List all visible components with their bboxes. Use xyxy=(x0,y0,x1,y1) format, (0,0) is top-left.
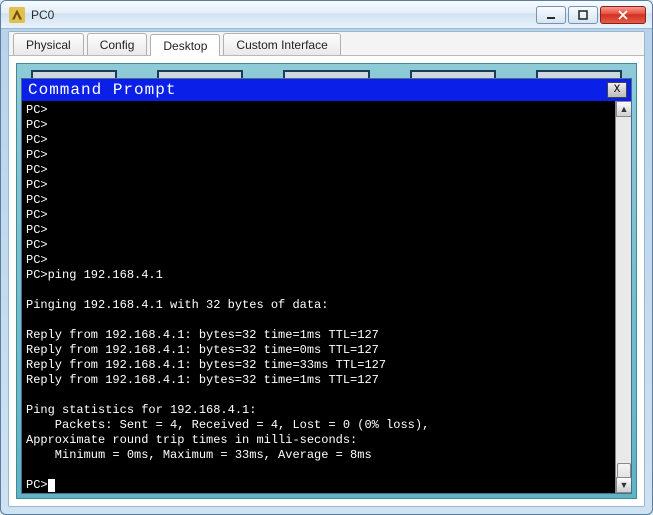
tab-config[interactable]: Config xyxy=(87,33,148,55)
close-icon xyxy=(618,10,628,20)
app-window: PC0 Physical Config Desktop Custom Inter… xyxy=(0,0,653,515)
titlebar[interactable]: PC0 xyxy=(1,1,652,29)
scroll-down-button[interactable]: ▼ xyxy=(616,477,631,493)
app-icon xyxy=(9,7,25,23)
terminal-output[interactable]: PC> PC> PC> PC> PC> PC> PC> PC> PC> PC> … xyxy=(22,101,615,493)
command-prompt-window: Command Prompt X PC> PC> PC> PC> PC> PC>… xyxy=(21,78,632,494)
terminal-body-wrap: PC> PC> PC> PC> PC> PC> PC> PC> PC> PC> … xyxy=(22,101,631,493)
tab-physical[interactable]: Physical xyxy=(13,33,84,55)
maximize-button[interactable] xyxy=(568,6,598,24)
workspace: Command Prompt X PC> PC> PC> PC> PC> PC>… xyxy=(9,56,644,506)
terminal-titlebar[interactable]: Command Prompt X xyxy=(22,79,631,101)
client-area: Physical Config Desktop Custom Interface… xyxy=(8,31,645,507)
minimize-button[interactable] xyxy=(536,6,566,24)
window-title: PC0 xyxy=(31,8,54,22)
tab-custom-interface[interactable]: Custom Interface xyxy=(223,33,340,55)
terminal-scrollbar[interactable]: ▲ ▼ xyxy=(615,101,631,493)
window-controls xyxy=(534,6,646,24)
desktop-panel: Command Prompt X PC> PC> PC> PC> PC> PC>… xyxy=(16,63,637,499)
tab-desktop[interactable]: Desktop xyxy=(150,34,220,56)
tabstrip: Physical Config Desktop Custom Interface xyxy=(9,32,644,56)
terminal-title: Command Prompt xyxy=(28,81,176,99)
minimize-icon xyxy=(546,10,556,20)
maximize-icon xyxy=(578,10,588,20)
close-button[interactable] xyxy=(600,6,646,24)
terminal-close-button[interactable]: X xyxy=(607,82,627,98)
scroll-up-button[interactable]: ▲ xyxy=(616,101,631,117)
terminal-cursor xyxy=(48,479,55,492)
